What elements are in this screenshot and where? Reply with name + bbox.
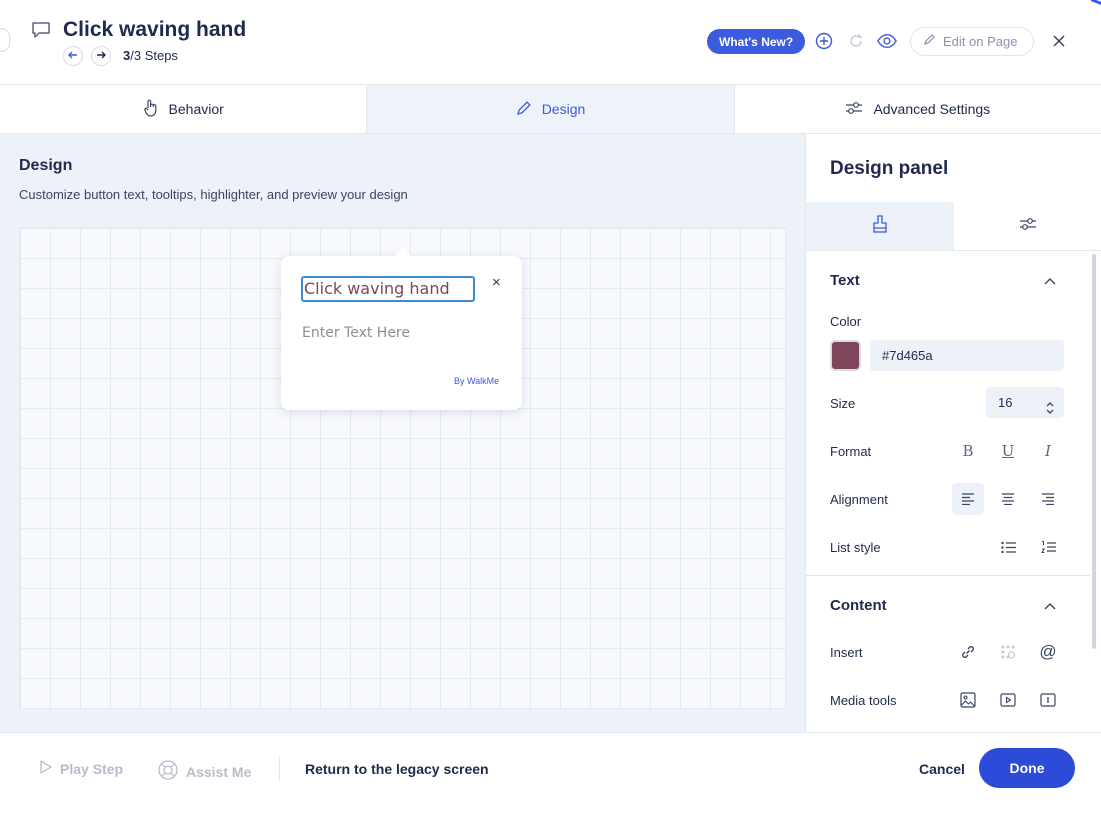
play-icon: [40, 760, 52, 777]
step-title: Click waving hand: [63, 18, 247, 41]
corner-accent: [1091, 0, 1101, 8]
list-style-label: List style: [830, 540, 881, 555]
section-divider: [806, 575, 1090, 576]
size-stepper[interactable]: 16: [986, 387, 1064, 418]
link-icon[interactable]: [952, 636, 984, 668]
panel-tab-style[interactable]: [806, 202, 954, 250]
color-swatch[interactable]: [830, 340, 861, 371]
video-icon[interactable]: [992, 684, 1024, 716]
panel-title: Design panel: [830, 158, 949, 179]
image-icon[interactable]: [952, 684, 984, 716]
done-button[interactable]: Done: [979, 748, 1075, 788]
content-section-title: Content: [830, 597, 887, 614]
main-tabs: Behavior Design Advanced Settings: [0, 85, 1101, 134]
color-hex-input[interactable]: #7d465a: [870, 340, 1064, 371]
tab-design[interactable]: Design: [367, 85, 735, 133]
speech-bubble-icon: [31, 21, 51, 44]
close-icon[interactable]: [1049, 31, 1069, 51]
stepper-arrows-icon[interactable]: [1046, 395, 1054, 426]
refresh-icon[interactable]: [846, 31, 866, 51]
panel-scrollbar[interactable]: [1092, 254, 1096, 649]
format-label: Format: [830, 444, 872, 459]
prev-step-button[interactable]: [63, 46, 83, 66]
lifebuoy-icon: [158, 760, 178, 783]
brush-icon: [872, 214, 888, 238]
tooltip-close-icon[interactable]: ×: [492, 274, 501, 291]
embed-icon[interactable]: [1032, 684, 1064, 716]
sliders-icon: [845, 101, 863, 118]
pencil-icon: [516, 100, 532, 119]
edit-on-page-label: Edit on Page: [943, 34, 1018, 49]
color-label: Color: [830, 314, 862, 329]
align-center-icon[interactable]: [992, 483, 1024, 515]
sliders-icon: [1019, 217, 1037, 236]
chevron-up-icon[interactable]: [1042, 273, 1058, 289]
editor-window: Click waving hand 3/3 Steps What's New? …: [0, 0, 1101, 815]
variable-icon[interactable]: [992, 636, 1024, 668]
next-step-button[interactable]: [91, 46, 111, 66]
section-title: Design: [19, 157, 73, 174]
insert-label: Insert: [830, 645, 863, 660]
add-circle-icon[interactable]: [814, 31, 834, 51]
panel-tab-settings[interactable]: [954, 202, 1101, 250]
edit-on-page-button[interactable]: Edit on Page: [910, 27, 1034, 56]
bold-icon[interactable]: B: [952, 435, 984, 467]
size-value: 16: [998, 395, 1013, 410]
walkme-brand-label: By WalkMe: [454, 376, 500, 386]
text-section-title: Text: [830, 272, 860, 289]
pencil-icon: [923, 34, 935, 49]
chevron-up-icon[interactable]: [1042, 598, 1058, 614]
bullet-list-icon[interactable]: [992, 531, 1024, 563]
panel-tabs: [806, 202, 1101, 251]
header: Click waving hand 3/3 Steps What's New? …: [0, 0, 1101, 85]
tooltip-body-input[interactable]: Enter Text Here: [302, 325, 410, 341]
tooltip-title-input[interactable]: Click waving hand: [301, 276, 475, 302]
numbered-list-icon[interactable]: [1032, 531, 1064, 563]
eye-icon[interactable]: [877, 31, 897, 51]
play-step-button[interactable]: Play Step: [40, 760, 123, 777]
align-left-icon[interactable]: [952, 483, 984, 515]
footer-divider: [279, 757, 280, 781]
design-panel: Design panel Text Color #7d465a Size 16 …: [805, 134, 1101, 732]
tab-advanced-settings[interactable]: Advanced Settings: [735, 85, 1101, 133]
assist-me-button[interactable]: Assist Me: [158, 760, 251, 783]
align-right-icon[interactable]: [1032, 483, 1064, 515]
alignment-label: Alignment: [830, 492, 888, 507]
hand-pointer-icon: [143, 99, 159, 120]
italic-icon[interactable]: I: [1032, 435, 1064, 467]
cancel-button[interactable]: Cancel: [919, 761, 965, 777]
tooltip-preview[interactable]: Click waving hand × Enter Text Here By W…: [281, 247, 522, 410]
collapse-handle[interactable]: [0, 28, 10, 52]
step-counter: 3/3 Steps: [123, 48, 178, 63]
whats-new-button[interactable]: What's New?: [707, 29, 806, 54]
section-subtitle: Customize button text, tooltips, highlig…: [19, 187, 408, 202]
footer: Play Step Assist Me Return to the legacy…: [0, 732, 1101, 815]
legacy-screen-link[interactable]: Return to the legacy screen: [305, 761, 489, 777]
arrow-left-icon: [68, 47, 78, 65]
size-label: Size: [830, 396, 856, 411]
at-mention-icon[interactable]: @: [1032, 636, 1064, 668]
design-canvas-area: Design Customize button text, tooltips, …: [0, 134, 805, 732]
arrow-right-icon: [96, 47, 106, 65]
underline-icon[interactable]: U: [992, 435, 1024, 467]
tab-behavior[interactable]: Behavior: [0, 85, 368, 133]
tooltip-arrow: [394, 247, 412, 257]
media-tools-label: Media tools: [830, 693, 897, 708]
